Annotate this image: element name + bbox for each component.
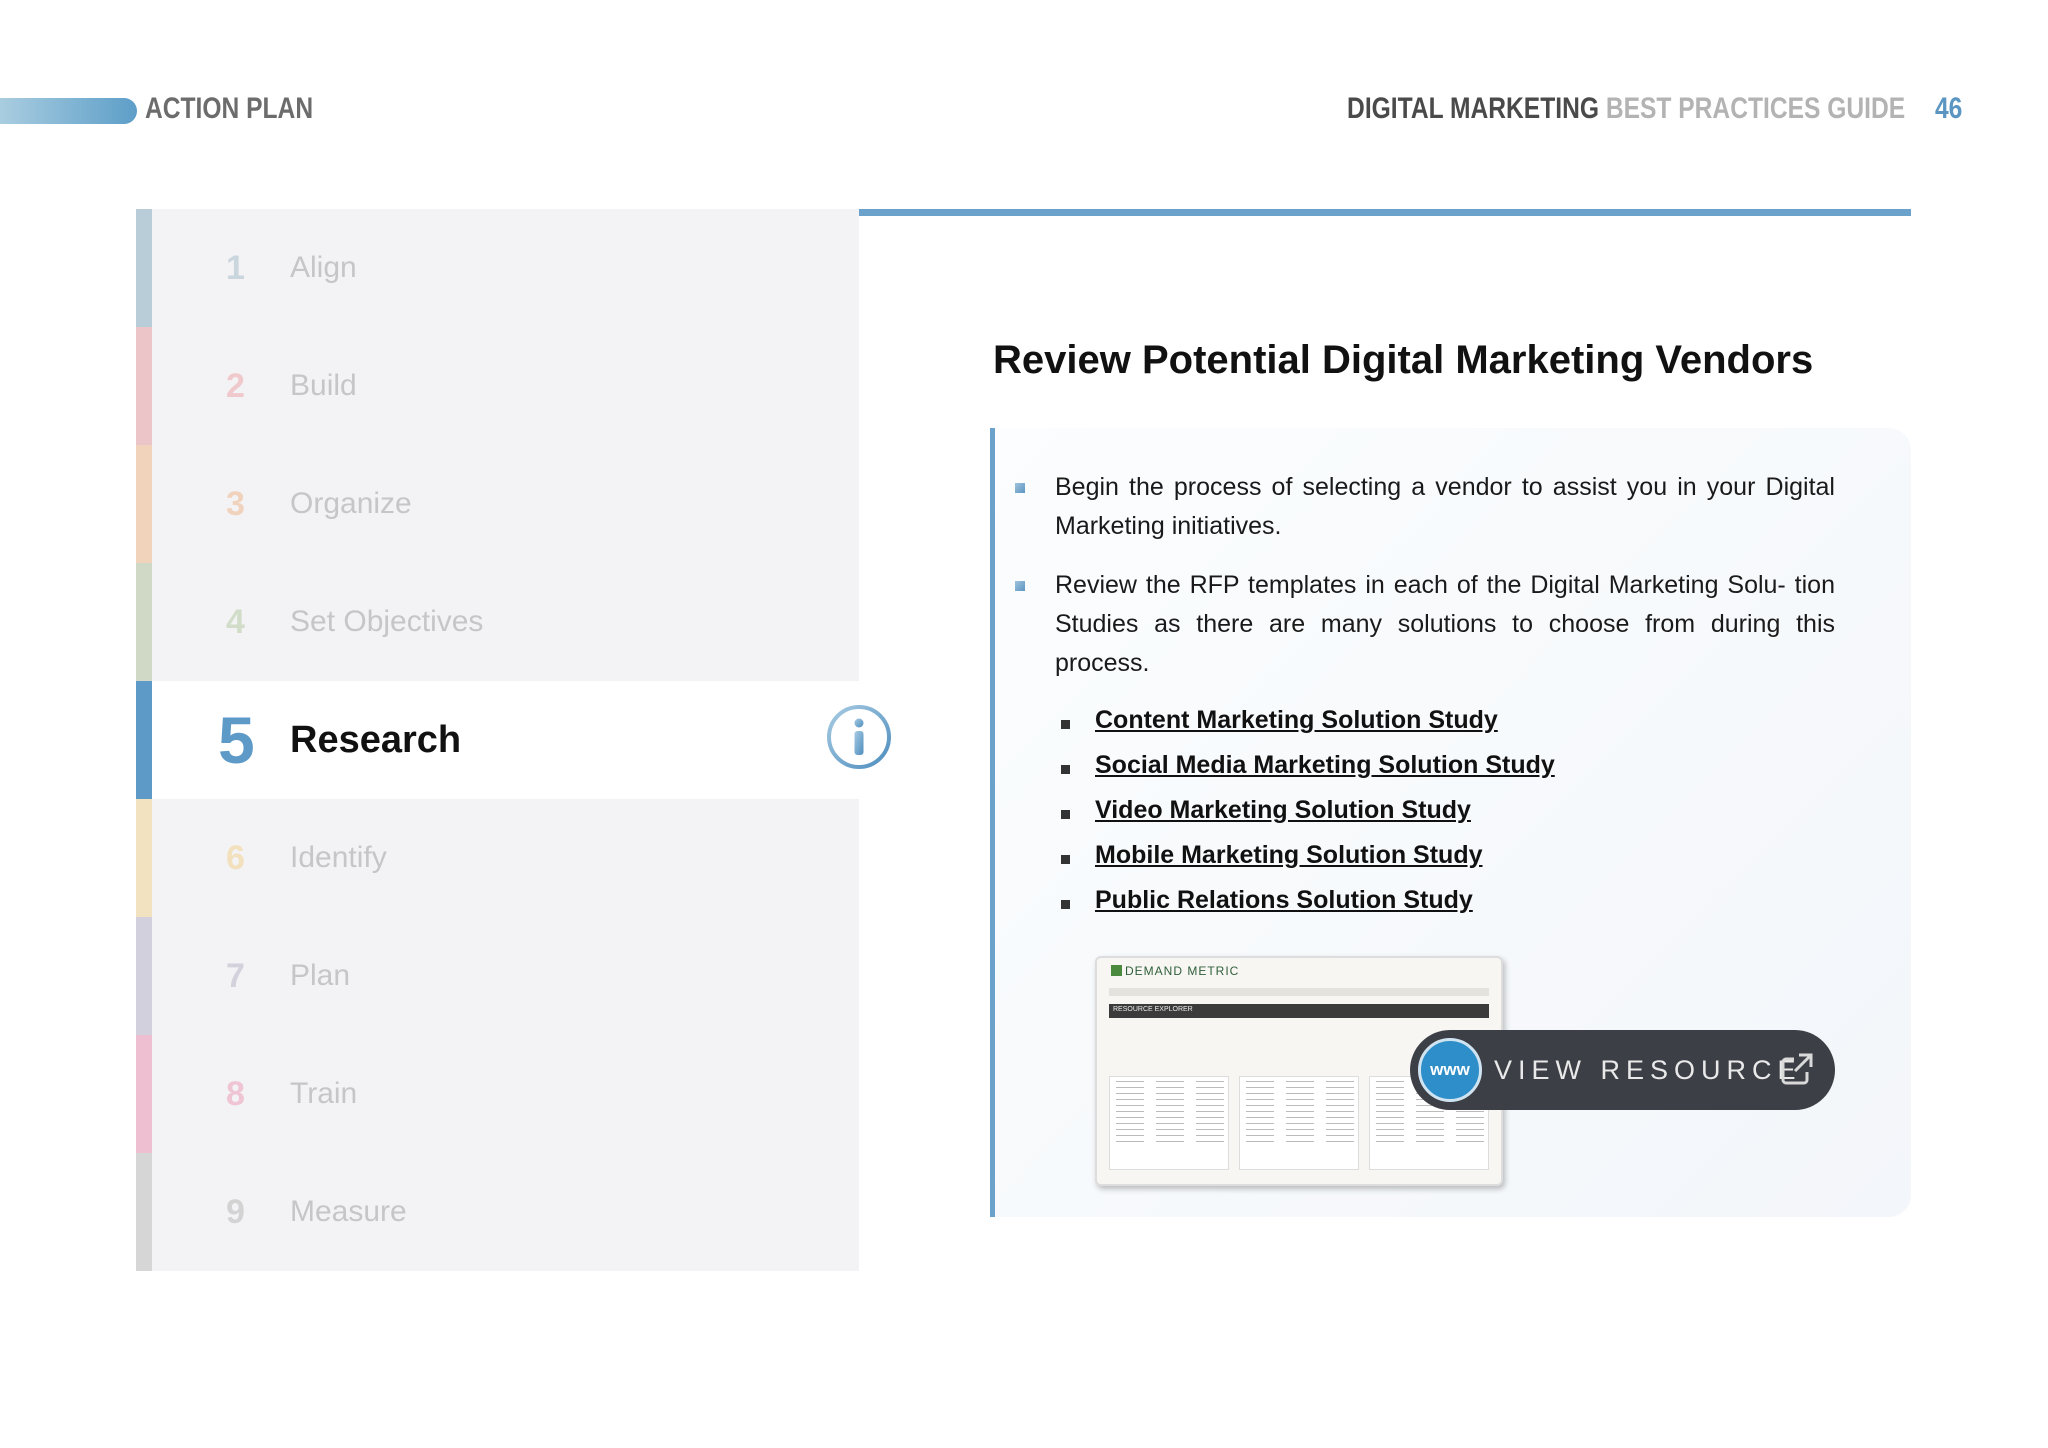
external-link-icon	[1781, 1053, 1813, 1085]
nav-number: 1	[226, 248, 245, 287]
link-social-media-marketing[interactable]: Social Media Marketing Solution Study	[1061, 751, 1555, 796]
nav-item-organize[interactable]: 3 Organize	[136, 445, 859, 563]
link-bullet	[1061, 855, 1070, 864]
link-text[interactable]: Social Media Marketing Solution Study	[1095, 751, 1555, 779]
link-text[interactable]: Video Marketing Solution Study	[1095, 796, 1471, 824]
content-top-rule	[859, 209, 1911, 216]
link-bullet	[1061, 810, 1070, 819]
nav-item-align[interactable]: 1 Align	[136, 209, 859, 327]
view-resource-button[interactable]: www VIEW RESOURCE	[1410, 1030, 1835, 1110]
link-content-marketing[interactable]: Content Marketing Solution Study	[1061, 706, 1555, 751]
thumbnail-brand: DEMAND METRIC	[1111, 964, 1239, 978]
section-title: ACTION PLAN	[145, 92, 314, 125]
nav-item-measure[interactable]: 9 Measure	[136, 1153, 859, 1271]
solution-study-links: Content Marketing Solution Study Social …	[1061, 706, 1555, 931]
nav-stripe	[136, 563, 152, 681]
thumbnail-card	[1239, 1076, 1359, 1170]
bullet-text: Review the RFP templates in each of the …	[1055, 571, 1835, 677]
nav-number: 4	[226, 602, 245, 641]
thumbnail-explorer-bar: RESOURCE EXPLORER	[1109, 1004, 1489, 1018]
nav-label: Measure	[290, 1195, 407, 1228]
link-bullet	[1061, 765, 1070, 774]
link-bullet	[1061, 720, 1070, 729]
nav-stripe	[136, 681, 152, 799]
bullet-item: Begin the process of selecting a vendor …	[1015, 468, 1835, 546]
nav-label: Organize	[290, 487, 412, 520]
bullet-marker	[1015, 483, 1025, 493]
brand-logo-icon	[1111, 965, 1122, 976]
bullet-marker	[1015, 581, 1025, 591]
nav-stripe	[136, 799, 152, 917]
nav-label: Identify	[290, 841, 387, 874]
link-public-relations[interactable]: Public Relations Solution Study	[1061, 886, 1555, 931]
link-video-marketing[interactable]: Video Marketing Solution Study	[1061, 796, 1555, 841]
guide-title: DIGITAL MARKETING BEST PRACTICES GUIDE 4…	[1347, 92, 1962, 126]
nav-label: Research	[290, 718, 462, 761]
nav-item-train[interactable]: 8 Train	[136, 1035, 859, 1153]
nav-stripe	[136, 327, 152, 445]
thumbnail-card	[1109, 1076, 1229, 1170]
nav-label: Build	[290, 369, 357, 402]
bullet-text: Begin the process of selecting a vendor …	[1055, 473, 1835, 540]
nav-number: 7	[226, 956, 245, 995]
thumbnail-nav-bar	[1109, 988, 1489, 996]
nav-item-plan[interactable]: 7 Plan	[136, 917, 859, 1035]
guide-title-bold: DIGITAL MARKETING	[1346, 92, 1599, 125]
page-number: 46	[1934, 92, 1962, 125]
link-bullet	[1061, 900, 1070, 909]
www-icon: www	[1418, 1038, 1482, 1102]
thumbnail-bar-label: RESOURCE EXPLORER	[1113, 1006, 1193, 1013]
link-text[interactable]: Content Marketing Solution Study	[1095, 706, 1498, 734]
nav-stripe	[136, 917, 152, 1035]
nav-label: Set Objectives	[290, 605, 484, 638]
nav-item-research[interactable]: 5 Research	[136, 681, 859, 799]
guide-title-light: BEST PRACTICES GUIDE	[1605, 92, 1905, 125]
link-text[interactable]: Mobile Marketing Solution Study	[1095, 841, 1483, 869]
page-title: Review Potential Digital Marketing Vendo…	[993, 338, 1814, 382]
nav-number: 6	[226, 838, 245, 877]
link-text[interactable]: Public Relations Solution Study	[1095, 886, 1473, 914]
header-accent-bar	[0, 98, 137, 124]
nav-stripe	[136, 1153, 152, 1271]
bullet-item: Review the RFP templates in each of the …	[1015, 566, 1835, 683]
step-navigation: 1 Align 2 Build 3 Organize 4 Set Objecti…	[136, 209, 859, 1271]
link-mobile-marketing[interactable]: Mobile Marketing Solution Study	[1061, 841, 1555, 886]
nav-item-build[interactable]: 2 Build	[136, 327, 859, 445]
thumbnail-brand-text: DEMAND METRIC	[1125, 964, 1240, 978]
nav-label: Train	[290, 1077, 358, 1110]
nav-number: 3	[226, 484, 245, 523]
nav-number: 5	[218, 703, 255, 777]
nav-stripe	[136, 209, 152, 327]
nav-item-identify[interactable]: 6 Identify	[136, 799, 859, 917]
nav-label: Plan	[290, 959, 351, 992]
info-icon[interactable]	[826, 704, 892, 770]
nav-item-set-objectives[interactable]: 4 Set Objectives	[136, 563, 859, 681]
nav-number: 2	[226, 366, 245, 405]
nav-stripe	[136, 1035, 152, 1153]
view-resource-label: VIEW RESOURCE	[1494, 1054, 1802, 1085]
nav-stripe	[136, 445, 152, 563]
nav-number: 9	[226, 1192, 245, 1231]
nav-label: Align	[290, 251, 357, 284]
nav-number: 8	[226, 1074, 245, 1113]
